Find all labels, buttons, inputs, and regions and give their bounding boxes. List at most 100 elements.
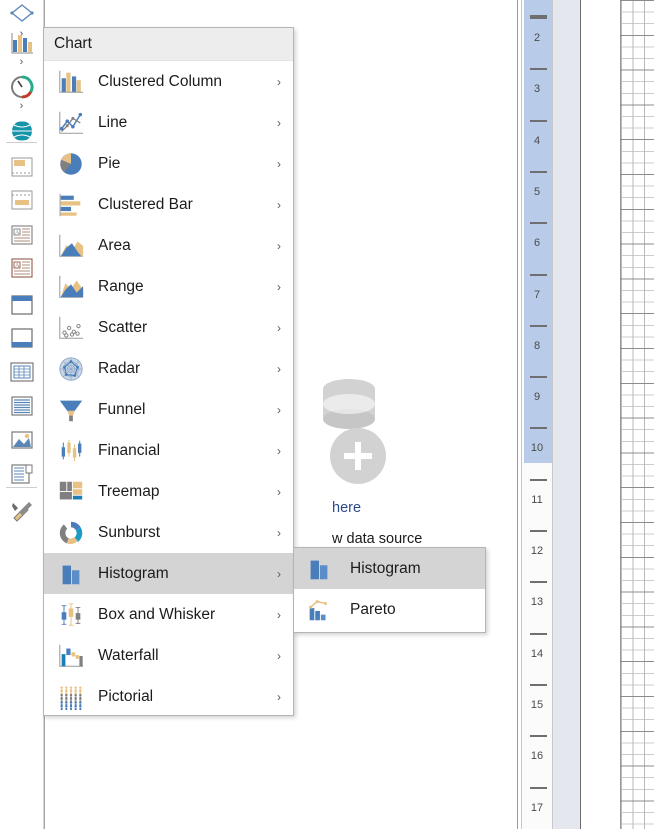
placeholder-link[interactable]: here	[332, 500, 361, 516]
ruler-number: 5	[533, 185, 541, 198]
chart-menu-item-label: Funnel	[98, 400, 146, 418]
database-add-icon	[320, 378, 390, 488]
chart-menu-item-pictorial[interactable]: Pictorial ›	[44, 676, 293, 717]
chart-menu-item-histogram[interactable]: Histogram ›	[44, 553, 293, 594]
chart-menu-item-label: Clustered Column	[98, 72, 223, 90]
chart-menu-item-radar[interactable]: Radar ›	[44, 348, 293, 389]
text-content-alt-icon: A	[10, 258, 33, 278]
chart-menu-item-label: Financial	[98, 441, 161, 459]
ruler-number: 4	[533, 134, 541, 147]
panel-top-icon	[10, 295, 33, 315]
chart-menu-item-line[interactable]: Line ›	[44, 102, 293, 143]
ruler-tick	[530, 376, 547, 379]
chart-menu-item-label: Pie	[98, 154, 121, 172]
clustered-column-icon	[56, 67, 86, 97]
chevron-right-icon[interactable]: ›	[277, 526, 281, 540]
chevron-right-icon[interactable]: ›	[277, 321, 281, 335]
pareto-icon	[304, 595, 334, 625]
chart-menu-item-box-and-whisker[interactable]: Box and Whisker ›	[44, 594, 293, 635]
rail-image-icon[interactable]	[0, 425, 43, 455]
vertical-ruler[interactable]: 2 3 4 5 6 7 8 9 10 11 12 13 14 15 16 17	[521, 0, 553, 829]
chart-menu-item-funnel[interactable]: Funnel ›	[44, 389, 293, 430]
rail-document-icon[interactable]	[0, 459, 43, 489]
add-plus-badge	[330, 428, 386, 484]
rail-panel-bottom-icon[interactable]	[0, 323, 43, 353]
chart-menu[interactable]: Chart Clustered Column › Line › Pie › Cl…	[43, 27, 294, 716]
chevron-right-icon[interactable]: ›	[277, 444, 281, 458]
rail-text-content-icon[interactable]: A	[0, 220, 43, 250]
chevron-right-icon[interactable]: ›	[277, 280, 281, 294]
ruler-tick	[530, 273, 547, 276]
svg-text:A: A	[15, 263, 20, 269]
ruler-tick	[530, 683, 547, 686]
histogram-icon	[304, 554, 334, 584]
ruler-tick	[530, 68, 547, 71]
chevron-right-icon[interactable]: ›	[277, 608, 281, 622]
rail-table-icon[interactable]	[0, 357, 43, 387]
submenu-item-histogram[interactable]: Histogram	[294, 548, 485, 589]
chart-menu-item-label: Histogram	[98, 564, 169, 582]
chart-menu-item-financial[interactable]: Financial ›	[44, 430, 293, 471]
chevron-down-3-icon[interactable]: ›	[0, 98, 43, 114]
left-tool-rail[interactable]: › › › A A	[0, 0, 44, 829]
chevron-right-icon[interactable]: ›	[277, 485, 281, 499]
panel-bottom-icon	[10, 328, 33, 348]
chart-menu-item-clustered-column[interactable]: Clustered Column ›	[44, 61, 293, 102]
chart-menu-item-area[interactable]: Area ›	[44, 225, 293, 266]
chevron-right-icon[interactable]: ›	[277, 690, 281, 704]
spreadsheet-grid-panel[interactable]	[615, 0, 654, 829]
chart-menu-list[interactable]: Clustered Column › Line › Pie › Clustered B…	[44, 61, 293, 717]
pie-chart-icon	[56, 149, 86, 179]
chevron-right-icon[interactable]: ›	[277, 649, 281, 663]
chevron-right-icon[interactable]: ›	[277, 157, 281, 171]
rail-tools-icon[interactable]	[0, 496, 43, 526]
chevron-right-icon[interactable]: ›	[277, 198, 281, 212]
ruler-number: 6	[533, 237, 541, 250]
chevron-down-2-icon[interactable]: ›	[0, 54, 43, 70]
chart-menu-item-pie[interactable]: Pie ›	[44, 143, 293, 184]
funnel-chart-icon	[59, 400, 83, 421]
rail-slide-blank-icon[interactable]	[0, 185, 43, 215]
chart-menu-item-treemap[interactable]: Treemap ›	[44, 471, 293, 512]
submenu-item-pareto[interactable]: Pareto	[294, 589, 485, 630]
chevron-right-icon[interactable]: ›	[277, 116, 281, 130]
rail-text-content-alt-icon[interactable]: A	[0, 253, 43, 283]
scatter-chart-icon	[59, 316, 84, 339]
ruler-gutter	[553, 0, 581, 829]
ruler-number: 2	[533, 32, 541, 44]
rail-panel-top-icon[interactable]	[0, 290, 43, 320]
chart-menu-title: Chart	[54, 35, 92, 52]
chevron-right-icon[interactable]: ›	[277, 403, 281, 417]
histogram-chart-icon	[62, 565, 80, 584]
image-icon	[10, 431, 33, 449]
shape-diamond-icon	[9, 4, 34, 22]
chart-menu-item-range[interactable]: Range ›	[44, 266, 293, 307]
chevron-right-icon[interactable]: ›	[277, 362, 281, 376]
chevron-right-icon[interactable]: ›	[277, 239, 281, 253]
range-chart-icon	[56, 272, 86, 302]
sunburst-chart-icon	[56, 518, 86, 548]
lines-icon	[10, 396, 33, 416]
chart-menu-item-waterfall[interactable]: Waterfall ›	[44, 635, 293, 676]
rail-slide-title-icon[interactable]	[0, 152, 43, 182]
chart-menu-item-label: Sunburst	[98, 523, 161, 541]
clustered-bar-icon	[56, 190, 86, 220]
clustered-column-icon	[59, 70, 84, 93]
submenu-item-label: Pareto	[350, 600, 396, 618]
histogram-submenu[interactable]: Histogram Pareto	[293, 547, 486, 633]
chevron-right-icon[interactable]: ›	[277, 75, 281, 89]
chevron-right-icon[interactable]: ›	[277, 567, 281, 581]
chart-menu-item-scatter[interactable]: Scatter ›	[44, 307, 293, 348]
ruler-tick	[530, 15, 547, 17]
chart-menu-item-sunburst[interactable]: Sunburst ›	[44, 512, 293, 553]
bar-chart-icon	[11, 33, 33, 54]
ruler-number: 17	[530, 801, 544, 814]
line-chart-icon	[56, 108, 86, 138]
ruler-tick	[530, 530, 547, 532]
area-chart-icon	[56, 231, 86, 261]
chart-menu-item-clustered-bar[interactable]: Clustered Bar ›	[44, 184, 293, 225]
document-icon	[10, 464, 32, 484]
ruler-number: 13	[530, 596, 544, 609]
rail-lines-icon[interactable]	[0, 391, 43, 421]
histogram-chart-icon	[56, 559, 86, 589]
